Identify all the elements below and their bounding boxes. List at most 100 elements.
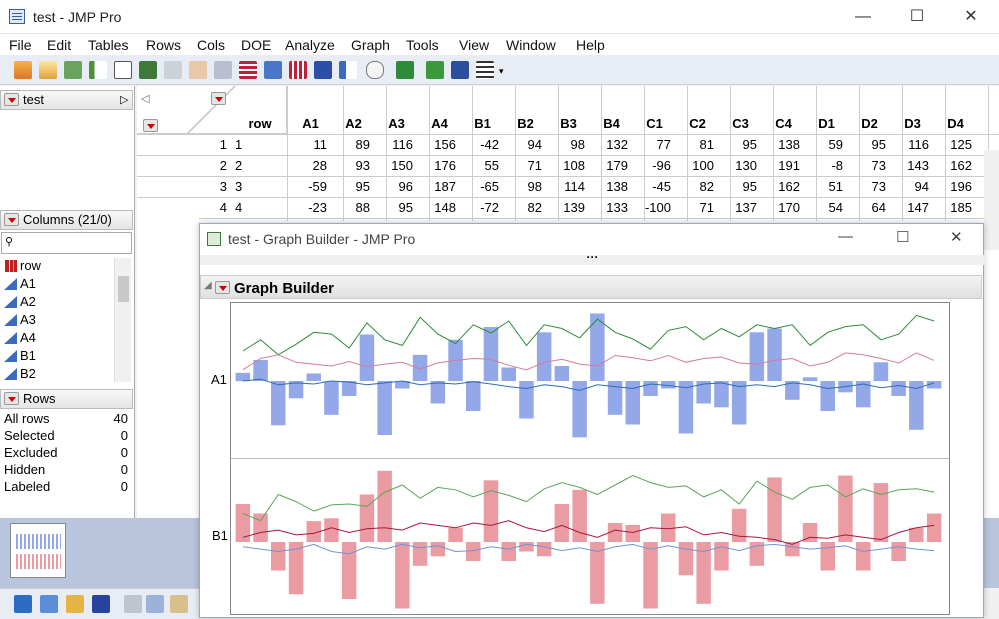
table-cell[interactable]: 108: [547, 155, 585, 176]
expand-icon[interactable]: ▷: [120, 91, 128, 109]
table-cell[interactable]: -96: [633, 155, 671, 176]
red-triangle-icon[interactable]: [4, 392, 19, 405]
menu-view[interactable]: View: [459, 37, 489, 53]
hand-tool-icon[interactable]: [366, 61, 384, 79]
menu-cols[interactable]: Cols: [197, 37, 225, 53]
menu-tables[interactable]: Tables: [88, 37, 128, 53]
table-cell[interactable]: 82: [676, 176, 714, 197]
table-cell[interactable]: 94: [504, 134, 542, 155]
table-cell[interactable]: 147: [891, 197, 929, 218]
column-header-c2[interactable]: C2: [676, 114, 719, 134]
columns-tool-icon[interactable]: [214, 61, 232, 79]
column-header-d2[interactable]: D2: [848, 114, 891, 134]
disclosure-icon[interactable]: ◢: [204, 280, 212, 291]
graph-builder-outline-header[interactable]: ◢ Graph Builder: [200, 275, 982, 299]
rows-panel-header[interactable]: Rows: [0, 389, 133, 409]
row-number[interactable]: 2: [137, 155, 227, 176]
close-icon[interactable]: ✕: [948, 0, 994, 34]
table-cell[interactable]: 116: [891, 134, 929, 155]
column-item[interactable]: A4: [2, 329, 114, 347]
red-triangle-icon[interactable]: [215, 281, 230, 294]
menu-help[interactable]: Help: [576, 37, 605, 53]
column-header-b2[interactable]: B2: [504, 114, 547, 134]
menu-analyze[interactable]: Analyze: [285, 37, 335, 53]
table-cell[interactable]: -8: [805, 155, 843, 176]
table-cell[interactable]: -65: [461, 176, 499, 197]
copy-icon[interactable]: [146, 595, 164, 613]
table-cell[interactable]: -100: [633, 197, 671, 218]
column-header-a3[interactable]: A3: [375, 114, 418, 134]
new-data-table-icon[interactable]: [14, 595, 32, 613]
red-triangle-icon[interactable]: [4, 93, 19, 106]
table-cell[interactable]: 82: [504, 197, 542, 218]
graph-builder-icon[interactable]: [239, 61, 257, 79]
table-cell[interactable]: 89: [332, 134, 370, 155]
table-cell[interactable]: 95: [375, 197, 413, 218]
table-cell[interactable]: 55: [461, 155, 499, 176]
table-cell[interactable]: 185: [934, 197, 972, 218]
table-cell[interactable]: 132: [590, 134, 628, 155]
table-cell[interactable]: 187: [418, 176, 456, 197]
scatter-matrix-icon[interactable]: [289, 61, 307, 79]
column-header-a4[interactable]: A4: [418, 114, 461, 134]
table-cell[interactable]: 98: [547, 134, 585, 155]
scrollbar-thumb[interactable]: [118, 276, 129, 302]
grid-icon[interactable]: [476, 61, 494, 79]
table-cell[interactable]: 93: [332, 155, 370, 176]
drag-handle[interactable]: ···: [200, 251, 985, 265]
column-item[interactable]: row: [2, 257, 114, 275]
join-icon[interactable]: [64, 61, 82, 79]
table-cell[interactable]: -45: [633, 176, 671, 197]
sort-icon[interactable]: [451, 61, 469, 79]
column-header-c1[interactable]: C1: [633, 114, 676, 134]
table-cell[interactable]: 143: [891, 155, 929, 176]
table-cell[interactable]: 71: [676, 197, 714, 218]
minimize-icon[interactable]: —: [838, 228, 853, 245]
table-cell[interactable]: 3: [235, 176, 284, 197]
column-header-c3[interactable]: C3: [719, 114, 762, 134]
column-search-input[interactable]: ⚲: [1, 232, 132, 254]
table-cell[interactable]: 162: [762, 176, 800, 197]
columns-panel-header[interactable]: Columns (21/0): [0, 210, 133, 230]
table-cell[interactable]: 98: [504, 176, 542, 197]
columns-scrollbar[interactable]: [114, 258, 131, 382]
menu-file[interactable]: File: [9, 37, 32, 53]
row-number[interactable]: 1: [137, 134, 227, 155]
toolbar-overflow-icon[interactable]: ▾: [499, 66, 504, 77]
table-cell[interactable]: 95: [848, 134, 886, 155]
table-cell[interactable]: 138: [762, 134, 800, 155]
table-cell[interactable]: 96: [375, 176, 413, 197]
table-cell[interactable]: 73: [848, 176, 886, 197]
menu-rows[interactable]: Rows: [146, 37, 181, 53]
row-number[interactable]: 3: [137, 176, 227, 197]
column-item[interactable]: B2: [2, 365, 114, 383]
plot-frame[interactable]: [230, 302, 950, 615]
table-cell[interactable]: 176: [418, 155, 456, 176]
table-cell[interactable]: 114: [547, 176, 585, 197]
menu-edit[interactable]: Edit: [47, 37, 71, 53]
table-cell[interactable]: 88: [332, 197, 370, 218]
maximize-icon[interactable]: ☐: [896, 228, 909, 246]
column-item[interactable]: A2: [2, 293, 114, 311]
column-header-b3[interactable]: B3: [547, 114, 590, 134]
open-folder-icon[interactable]: [66, 595, 84, 613]
menu-doe[interactable]: DOE: [241, 37, 271, 53]
control-chart-icon[interactable]: [314, 61, 332, 79]
table-cell[interactable]: 150: [375, 155, 413, 176]
collapse-icon[interactable]: ◁: [141, 92, 149, 105]
table-cell[interactable]: 133: [590, 197, 628, 218]
chart-icon[interactable]: [264, 61, 282, 79]
row-number[interactable]: 4: [137, 197, 227, 218]
table-cell[interactable]: 77: [633, 134, 671, 155]
table-cell[interactable]: 2: [235, 155, 284, 176]
table-cell[interactable]: -59: [289, 176, 327, 197]
table-cell[interactable]: 100: [676, 155, 714, 176]
table-cell[interactable]: 73: [848, 155, 886, 176]
column-header-b1[interactable]: B1: [461, 114, 504, 134]
table-cell[interactable]: 81: [676, 134, 714, 155]
column-header-a1[interactable]: A1: [289, 114, 332, 134]
table-icon[interactable]: [39, 61, 57, 79]
menu-tools[interactable]: Tools: [406, 37, 439, 53]
table-cell[interactable]: 179: [590, 155, 628, 176]
table-cell[interactable]: 191: [762, 155, 800, 176]
